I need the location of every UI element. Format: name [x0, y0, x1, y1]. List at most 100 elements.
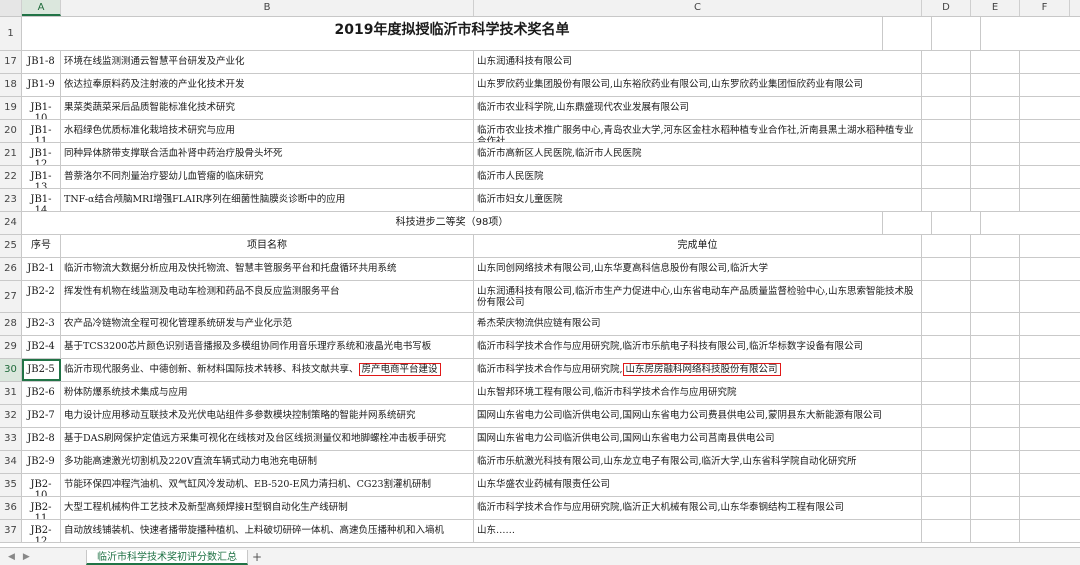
row-number[interactable]: 25	[0, 235, 22, 257]
organization-cell[interactable]: 国网山东省电力公司临沂供电公司,国网山东省电力公司莒南县供电公司	[474, 428, 922, 450]
empty-cell[interactable]	[1020, 451, 1070, 473]
empty-cell[interactable]	[922, 451, 971, 473]
empty-cell[interactable]	[971, 359, 1020, 381]
project-name-cell[interactable]: TNF-α结合颅脑MRI增强FLAIR序列在细菌性脑膜炎诊断中的应用	[61, 189, 474, 211]
project-name-cell[interactable]: 临沂市物流大数据分析应用及快托物流、智慧丰管服务平台和托盘循环共用系统	[61, 258, 474, 280]
project-name-cell[interactable]: 挥发性有机物在线监测及电动车检测和药品不良反应监测服务平台	[61, 281, 474, 312]
serial-cell[interactable]: JB2-10	[22, 474, 61, 496]
empty-cell[interactable]	[971, 281, 1020, 312]
header-organization[interactable]: 完成单位	[474, 235, 922, 257]
empty-cell[interactable]	[981, 17, 1031, 50]
empty-cell[interactable]	[922, 281, 971, 312]
empty-cell[interactable]	[1020, 97, 1070, 119]
row-number[interactable]: 32	[0, 405, 22, 427]
empty-cell[interactable]	[971, 97, 1020, 119]
project-name-cell[interactable]: 基于DAS刷网保护定值远方采集可视化在线核对及台区线损测量仪和地脚螺栓冲击板手研…	[61, 428, 474, 450]
header-serial[interactable]: 序号	[22, 235, 61, 257]
project-name-cell[interactable]: 水稻绿色优质标准化栽培技术研究与应用	[61, 120, 474, 142]
empty-cell[interactable]	[971, 74, 1020, 96]
project-name-cell[interactable]: 基于TCS3200芯片颜色识别语音播报及多模组协同作用音乐理疗系统和液晶光电书写…	[61, 336, 474, 358]
header-project-name[interactable]: 项目名称	[61, 235, 474, 257]
serial-cell[interactable]: JB2-9	[22, 451, 61, 473]
organization-cell[interactable]: 山东润通科技有限公司,临沂市生产力促进中心,山东省电动车产品质量监督检验中心,山…	[474, 281, 922, 312]
empty-cell[interactable]	[971, 166, 1020, 188]
serial-cell[interactable]: JB1-10	[22, 97, 61, 119]
empty-cell[interactable]	[1020, 143, 1070, 165]
organization-cell[interactable]: 临沂市乐航激光科技有限公司,山东龙立电子有限公司,临沂大学,山东省科学院自动化研…	[474, 451, 922, 473]
project-name-cell[interactable]: 依达拉奉原料药及注射液的产业化技术开发	[61, 74, 474, 96]
empty-cell[interactable]	[1020, 382, 1070, 404]
empty-cell[interactable]	[1020, 235, 1070, 257]
organization-cell[interactable]: 山东智邦环境工程有限公司,临沂市科学技术合作与应用研究院	[474, 382, 922, 404]
row-number[interactable]: 31	[0, 382, 22, 404]
row-number[interactable]: 1	[0, 17, 22, 50]
serial-cell[interactable]: JB1-12	[22, 143, 61, 165]
row-number[interactable]: 29	[0, 336, 22, 358]
empty-cell[interactable]	[922, 428, 971, 450]
empty-cell[interactable]	[1020, 74, 1070, 96]
row-number[interactable]: 26	[0, 258, 22, 280]
organization-cell[interactable]: 山东同创网络技术有限公司,山东华夏高科信息股份有限公司,临沂大学	[474, 258, 922, 280]
empty-cell[interactable]	[932, 212, 981, 234]
project-name-cell[interactable]: 电力设计应用移动互联技术及光伏电站组件多参数模块控制策略的智能并网系统研究	[61, 405, 474, 427]
empty-cell[interactable]	[971, 382, 1020, 404]
empty-cell[interactable]	[971, 120, 1020, 142]
serial-cell[interactable]: JB2-6	[22, 382, 61, 404]
serial-cell[interactable]: JB1-9	[22, 74, 61, 96]
sheet-title[interactable]: 2019年度拟授临沂市科学技术奖名单	[22, 17, 883, 50]
empty-cell[interactable]	[981, 212, 1031, 234]
serial-cell[interactable]: JB2-4	[22, 336, 61, 358]
empty-cell[interactable]	[922, 235, 971, 257]
empty-cell[interactable]	[922, 51, 971, 73]
project-name-cell[interactable]: 农产品冷链物流全程可视化管理系统研发与产业化示范	[61, 313, 474, 335]
serial-cell[interactable]: JB2-3	[22, 313, 61, 335]
row-number[interactable]: 37	[0, 520, 22, 542]
serial-cell[interactable]: JB2-12	[22, 520, 61, 542]
organization-cell[interactable]: 临沂市科学技术合作与应用研究院,临沂正大机械有限公司,山东华泰钢结构工程有限公司	[474, 497, 922, 519]
serial-cell[interactable]: JB1-14	[22, 189, 61, 211]
column-header-c[interactable]: C	[474, 0, 922, 16]
triangle-right-icon[interactable]: ▶	[23, 552, 30, 562]
empty-cell[interactable]	[1020, 336, 1070, 358]
column-header-a[interactable]: A	[22, 0, 61, 16]
project-name-cell[interactable]: 普萘洛尔不同剂量治疗婴幼儿血管瘤的临床研究	[61, 166, 474, 188]
row-number[interactable]: 21	[0, 143, 22, 165]
column-header-f[interactable]: F	[1020, 0, 1070, 16]
empty-cell[interactable]	[1020, 281, 1070, 312]
serial-cell[interactable]: JB1-13	[22, 166, 61, 188]
serial-cell[interactable]: JB2-7	[22, 405, 61, 427]
empty-cell[interactable]	[971, 143, 1020, 165]
empty-cell[interactable]	[971, 51, 1020, 73]
empty-cell[interactable]	[1020, 520, 1070, 542]
serial-cell[interactable]: JB2-2	[22, 281, 61, 312]
empty-cell[interactable]	[922, 382, 971, 404]
organization-cell[interactable]: 临沂市科学技术合作与应用研究院, 山东房房融科网络科技股份有限公司	[474, 359, 922, 381]
serial-cell[interactable]: JB1-8	[22, 51, 61, 73]
row-number[interactable]: 18	[0, 74, 22, 96]
row-number[interactable]: 34	[0, 451, 22, 473]
project-name-cell[interactable]: 大型工程机械构件工艺技术及新型高频焊接H型钢自动化生产线研制	[61, 497, 474, 519]
organization-cell[interactable]: 临沂市妇女儿童医院	[474, 189, 922, 211]
empty-cell[interactable]	[922, 120, 971, 142]
empty-cell[interactable]	[922, 74, 971, 96]
empty-cell[interactable]	[1020, 189, 1070, 211]
empty-cell[interactable]	[922, 189, 971, 211]
empty-cell[interactable]	[922, 336, 971, 358]
row-number[interactable]: 28	[0, 313, 22, 335]
empty-cell[interactable]	[922, 359, 971, 381]
empty-cell[interactable]	[971, 497, 1020, 519]
row-number[interactable]: 20	[0, 120, 22, 142]
section-title[interactable]: 科技进步二等奖（98项）	[22, 212, 883, 234]
project-name-cell[interactable]: 粉体防爆系统技术集成与应用	[61, 382, 474, 404]
empty-cell[interactable]	[1020, 258, 1070, 280]
empty-cell[interactable]	[1020, 497, 1070, 519]
empty-cell[interactable]	[883, 212, 932, 234]
organization-cell[interactable]: 临沂市高新区人民医院,临沂市人民医院	[474, 143, 922, 165]
empty-cell[interactable]	[922, 405, 971, 427]
empty-cell[interactable]	[932, 17, 981, 50]
organization-cell[interactable]: 临沂市科学技术合作与应用研究院,临沂市乐航电子科技有限公司,临沂华标数字设备有限…	[474, 336, 922, 358]
empty-cell[interactable]	[922, 497, 971, 519]
row-number[interactable]: 30	[0, 359, 22, 381]
empty-cell[interactable]	[971, 428, 1020, 450]
empty-cell[interactable]	[1020, 405, 1070, 427]
